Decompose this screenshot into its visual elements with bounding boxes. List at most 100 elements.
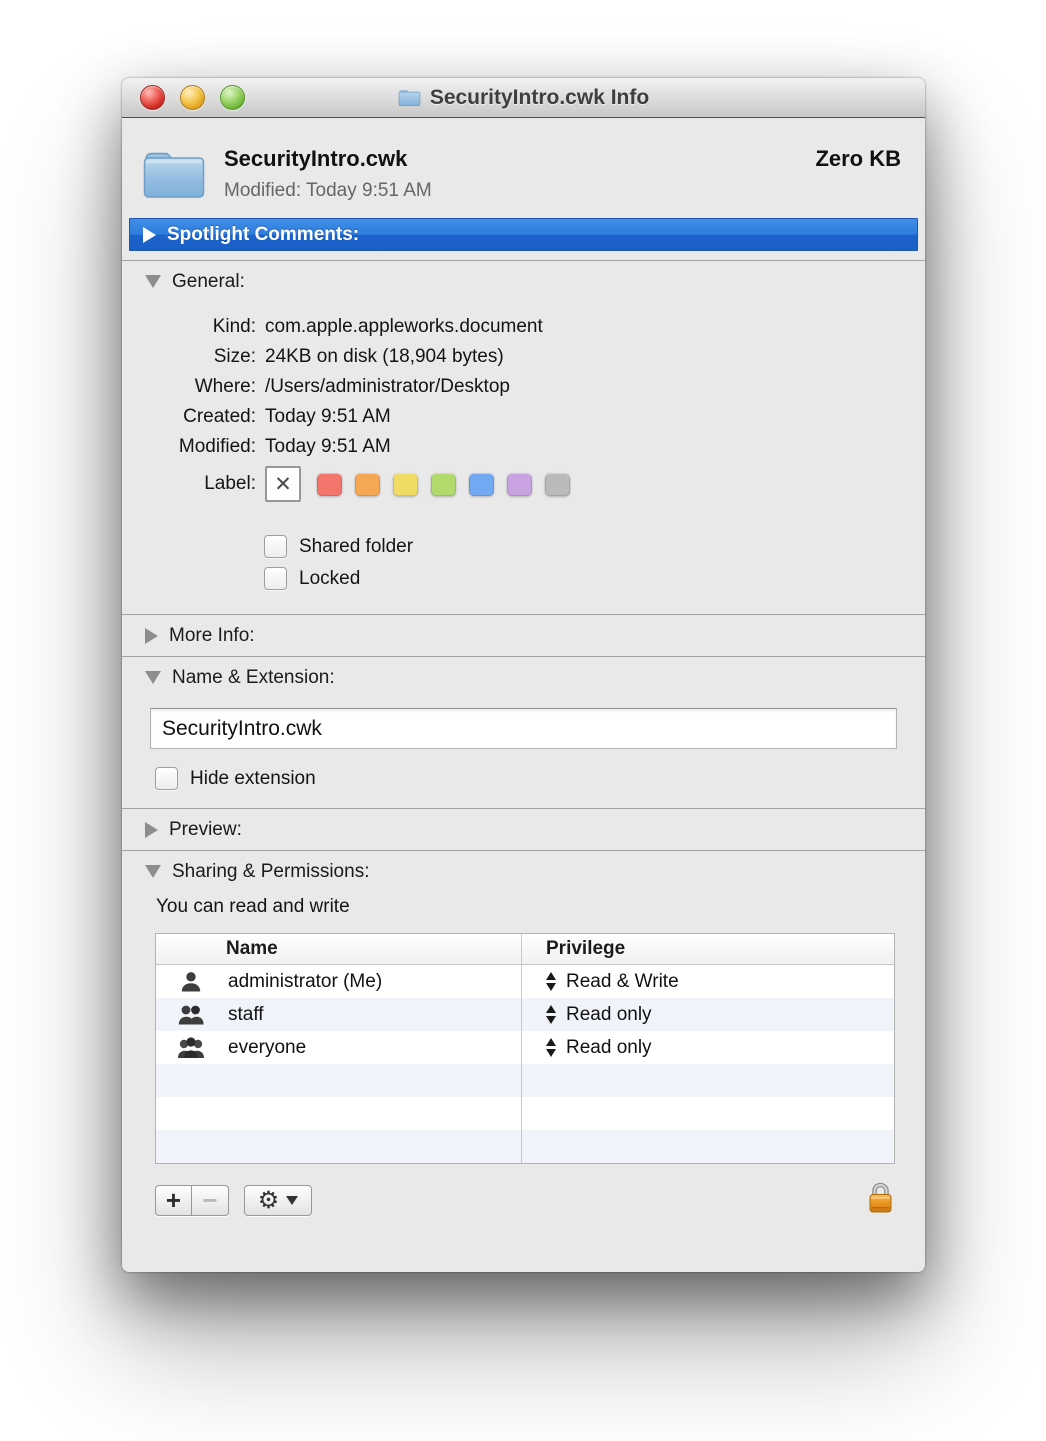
privilege-value: Read only xyxy=(566,1037,652,1059)
spotlight-label: Spotlight Comments: xyxy=(167,224,359,246)
empty-row xyxy=(156,1130,894,1163)
privilege-stepper[interactable] xyxy=(546,1038,556,1057)
field-row: Where: /Users/administrator/Desktop xyxy=(122,372,925,402)
label-purple-swatch[interactable] xyxy=(507,473,532,496)
section-name-extension: Name & Extension: Hide extension xyxy=(122,657,925,808)
label-gray-swatch[interactable] xyxy=(545,473,570,496)
general-fields: Kind: com.apple.appleworks.document Size… xyxy=(122,312,925,462)
locked-label: Locked xyxy=(299,568,360,590)
field-row: Size: 24KB on disk (18,904 bytes) xyxy=(122,342,925,372)
field-value: com.apple.appleworks.document xyxy=(265,312,543,342)
privilege-stepper[interactable] xyxy=(546,972,556,991)
privilege-value: Read only xyxy=(566,1004,652,1026)
hide-extension-label: Hide extension xyxy=(190,768,316,790)
more-info-label: More Info: xyxy=(169,625,255,647)
zoom-button[interactable] xyxy=(220,85,245,110)
field-value: /Users/administrator/Desktop xyxy=(265,372,510,402)
sharing-header[interactable]: Sharing & Permissions: xyxy=(122,851,925,892)
disclosure-right-icon[interactable] xyxy=(145,628,158,644)
file-modified: Modified: Today 9:51 AM xyxy=(224,180,803,202)
disclosure-down-icon[interactable] xyxy=(145,671,161,684)
label-color-row: Label: ✕ xyxy=(122,465,925,503)
column-header-name[interactable]: Name xyxy=(156,934,521,964)
file-header: SecurityIntro.cwk Modified: Today 9:51 A… xyxy=(122,118,925,216)
permission-controls: + − ⚙ xyxy=(155,1180,895,1220)
label-orange-swatch[interactable] xyxy=(355,473,380,496)
general-header[interactable]: General: xyxy=(122,261,925,302)
field-value: 24KB on disk (18,904 bytes) xyxy=(265,342,504,372)
lock-button[interactable] xyxy=(866,1180,895,1220)
file-size: Zero KB xyxy=(815,146,901,172)
section-preview[interactable]: Preview: xyxy=(122,809,925,850)
table-row[interactable]: staff Read only xyxy=(156,998,894,1031)
label-blue-swatch[interactable] xyxy=(469,473,494,496)
permission-status: You can read and write xyxy=(156,896,925,918)
table-row[interactable]: everyone Read only xyxy=(156,1031,894,1064)
chevron-down-icon xyxy=(286,1196,298,1205)
field-label: Size: xyxy=(122,342,256,372)
gear-icon: ⚙ xyxy=(258,1188,280,1212)
label-none-button[interactable]: ✕ xyxy=(265,466,301,502)
section-general: General: Kind: com.apple.appleworks.docu… xyxy=(122,261,925,614)
field-value: Today 9:51 AM xyxy=(265,432,391,462)
window-title: SecurityIntro.cwk Info xyxy=(430,86,649,110)
name-extension-label: Name & Extension: xyxy=(172,667,335,689)
get-info-window: SecurityIntro.cwk Info SecurityIntro.cwk… xyxy=(122,78,925,1272)
users-three-icon xyxy=(176,1036,206,1060)
field-row: Created: Today 9:51 AM xyxy=(122,402,925,432)
member-name: staff xyxy=(228,1004,264,1026)
table-row[interactable]: administrator (Me) Read & Write xyxy=(156,965,894,998)
section-sharing-permissions: Sharing & Permissions: You can read and … xyxy=(122,851,925,1220)
lock-icon xyxy=(866,1180,895,1215)
disclosure-right-icon[interactable] xyxy=(145,822,158,838)
disclosure-right-icon[interactable] xyxy=(143,227,156,243)
table-header: Name Privilege xyxy=(156,934,894,965)
privilege-value: Read & Write xyxy=(566,971,679,993)
sharing-label: Sharing & Permissions: xyxy=(172,861,369,883)
filename-input[interactable] xyxy=(150,708,897,749)
section-more-info[interactable]: More Info: xyxy=(122,615,925,656)
minimize-button[interactable] xyxy=(180,85,205,110)
locked-row: Locked xyxy=(264,567,925,590)
field-label: Modified: xyxy=(122,432,256,462)
hide-extension-checkbox[interactable] xyxy=(155,767,178,790)
empty-row xyxy=(156,1064,894,1097)
user-icon xyxy=(176,970,206,994)
field-row: Kind: com.apple.appleworks.document xyxy=(122,312,925,342)
title-bar[interactable]: SecurityIntro.cwk Info xyxy=(122,78,925,118)
label-red-swatch[interactable] xyxy=(317,473,342,496)
file-name: SecurityIntro.cwk xyxy=(224,146,803,172)
disclosure-down-icon[interactable] xyxy=(145,275,161,288)
hide-extension-row: Hide extension xyxy=(155,767,925,808)
disclosure-down-icon[interactable] xyxy=(145,865,161,878)
field-label: Kind: xyxy=(122,312,256,342)
privilege-stepper[interactable] xyxy=(546,1005,556,1024)
preview-label: Preview: xyxy=(169,819,242,841)
label-green-swatch[interactable] xyxy=(431,473,456,496)
remove-user-button[interactable]: − xyxy=(192,1185,229,1216)
add-user-button[interactable]: + xyxy=(155,1185,192,1216)
member-name: everyone xyxy=(228,1037,306,1059)
shared-folder-checkbox[interactable] xyxy=(264,535,287,558)
shared-folder-row: Shared folder xyxy=(264,535,925,558)
folder-proxy-icon xyxy=(398,88,421,107)
field-label: Where: xyxy=(122,372,256,402)
users-two-icon xyxy=(176,1003,206,1027)
label-yellow-swatch[interactable] xyxy=(393,473,418,496)
section-spotlight-comments[interactable]: Spotlight Comments: xyxy=(129,218,918,251)
locked-checkbox[interactable] xyxy=(264,567,287,590)
name-extension-header[interactable]: Name & Extension: xyxy=(122,657,925,698)
actions-menu-button[interactable]: ⚙ xyxy=(244,1185,312,1216)
close-button[interactable] xyxy=(140,85,165,110)
shared-folder-label: Shared folder xyxy=(299,536,413,558)
general-label: General: xyxy=(172,271,245,293)
member-name: administrator (Me) xyxy=(228,971,382,993)
empty-row xyxy=(156,1097,894,1130)
column-header-privilege[interactable]: Privilege xyxy=(521,934,894,964)
field-label: Created: xyxy=(122,402,256,432)
folder-icon xyxy=(142,146,206,201)
field-row: Modified: Today 9:51 AM xyxy=(122,432,925,462)
field-value: Today 9:51 AM xyxy=(265,402,391,432)
permissions-table: Name Privilege administrator (Me) Read &… xyxy=(155,933,895,1164)
field-label: Label: xyxy=(122,473,256,495)
